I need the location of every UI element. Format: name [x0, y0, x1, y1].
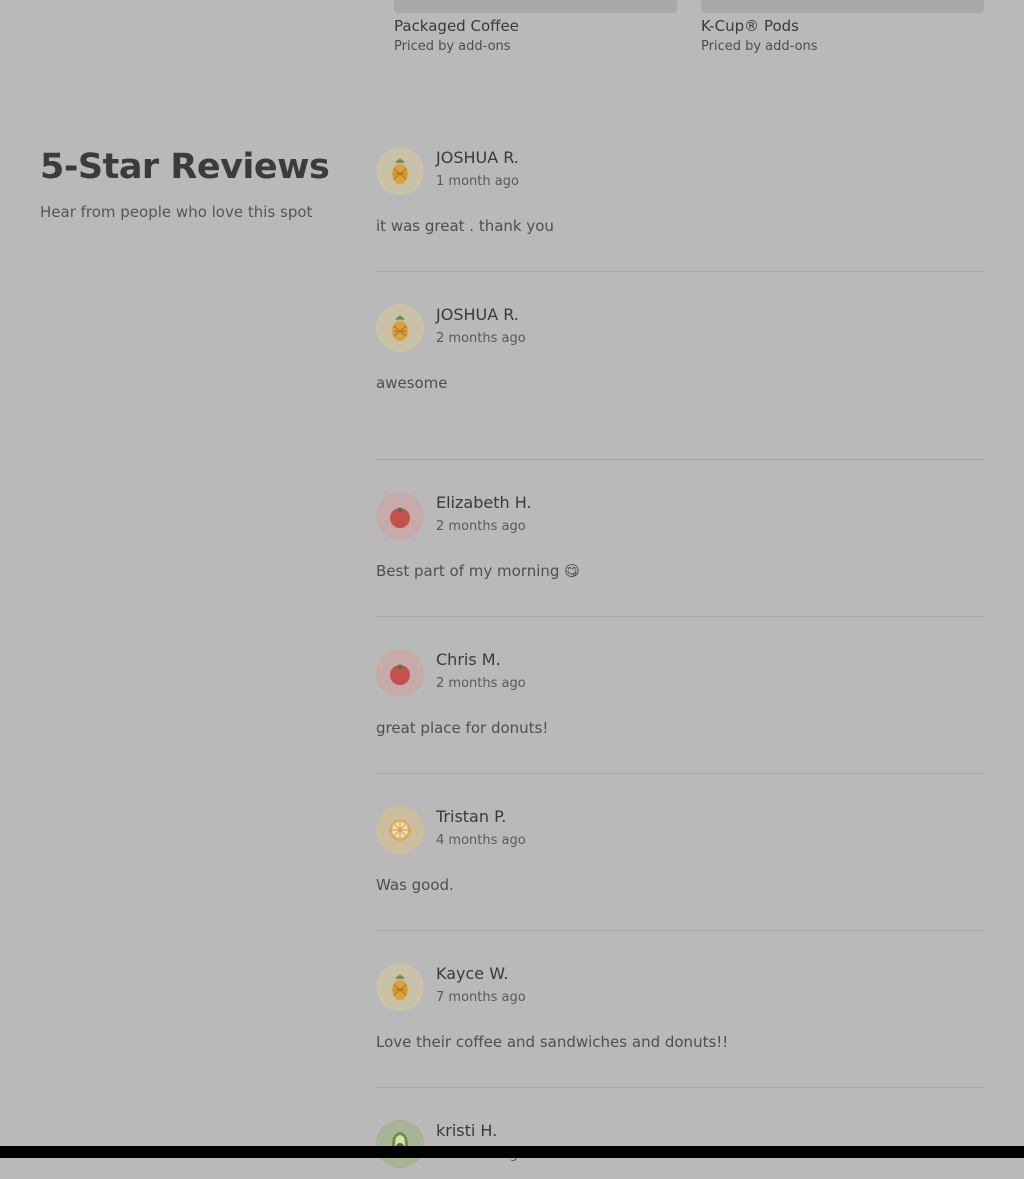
reviewer-name: kristi H. — [436, 1121, 498, 1140]
product-card-packaged-coffee[interactable]: Packaged Coffee Priced by add-ons — [394, 0, 677, 55]
review-item: Elizabeth H. 2 months ago Best part of m… — [376, 491, 984, 617]
bottom-bar — [0, 1146, 1024, 1158]
review-date: 2 months ago — [436, 519, 526, 534]
reviewer-name: JOSHUA R. — [436, 305, 519, 324]
section-title: 5-Star Reviews — [40, 147, 330, 187]
review-text: Was good. — [376, 876, 454, 894]
review-item: JOSHUA R. 1 month ago it was great . tha… — [376, 146, 984, 272]
product-card-k-cup-pods[interactable]: K-Cup® Pods Priced by add-ons — [701, 0, 984, 55]
tomato-icon — [376, 649, 424, 697]
review-date: 1 month ago — [436, 174, 519, 189]
review-text: it was great . thank you — [376, 217, 554, 235]
reviewer-name: JOSHUA R. — [436, 148, 519, 167]
reviewer-name: Elizabeth H. — [436, 493, 532, 512]
reviewer-name: Chris M. — [436, 650, 501, 669]
review-text: awesome — [376, 374, 448, 392]
review-date: 7 months ago — [436, 990, 526, 1005]
review-text: Best part of my morning 😋 — [376, 562, 580, 580]
review-text: Love their coffee and sandwiches and don… — [376, 1033, 729, 1051]
reviews-list: JOSHUA R. 1 month ago it was great . tha… — [376, 146, 984, 1179]
tomato-icon — [376, 492, 424, 540]
pineapple-icon — [376, 147, 424, 195]
pineapple-icon — [376, 304, 424, 352]
product-image — [394, 0, 677, 13]
product-price: Priced by add-ons — [701, 39, 818, 54]
pineapple-icon — [376, 963, 424, 1011]
review-text: great place for donuts! — [376, 719, 549, 737]
reviews-header: 5-Star Reviews Hear from people who love… — [40, 146, 340, 222]
product-name: Packaged Coffee — [394, 17, 519, 35]
reviewer-name: Kayce W. — [436, 964, 509, 983]
review-item: Chris M. 2 months ago great place for do… — [376, 648, 984, 774]
review-date: 4 months ago — [436, 833, 526, 848]
review-item: JOSHUA R. 2 months ago awesome — [376, 303, 984, 460]
product-price: Priced by add-ons — [394, 39, 511, 54]
review-date: 2 months ago — [436, 676, 526, 691]
avocado-icon — [376, 1120, 424, 1168]
reviewer-name: Tristan P. — [436, 807, 507, 826]
section-subtitle: Hear from people who love this spot — [40, 203, 313, 221]
review-item: Tristan P. 4 months ago Was good. — [376, 805, 984, 931]
citrus-icon — [376, 806, 424, 854]
product-strip: Packaged Coffee Priced by add-ons K-Cup®… — [394, 0, 984, 70]
product-name: K-Cup® Pods — [701, 17, 799, 35]
review-date: 2 months ago — [436, 331, 526, 346]
product-image — [701, 0, 984, 13]
review-item: Kayce W. 7 months ago Love their coffee … — [376, 962, 984, 1088]
